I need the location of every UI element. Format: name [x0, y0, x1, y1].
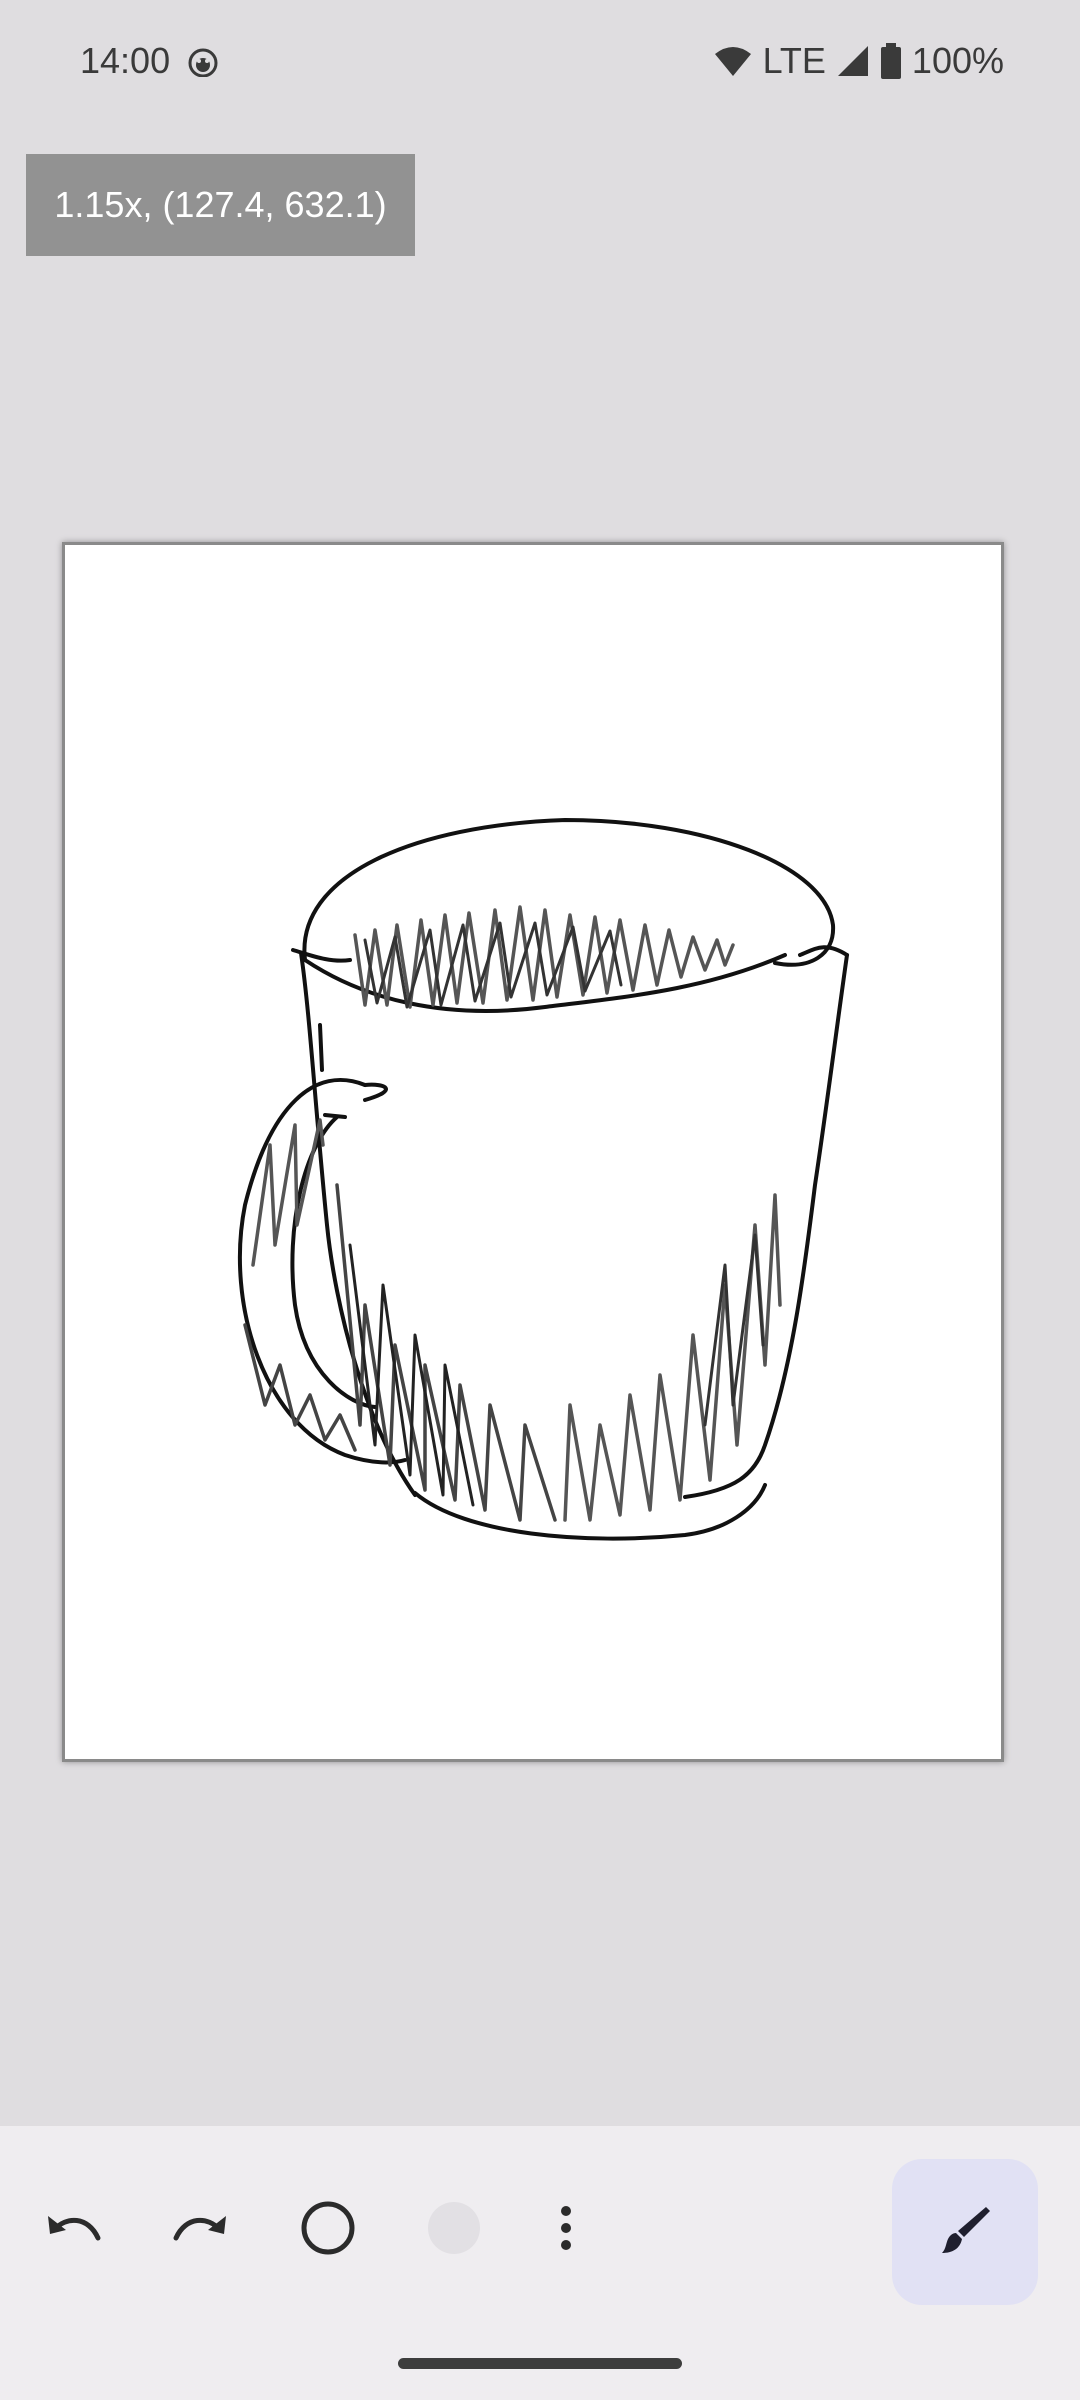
- redo-button[interactable]: [152, 2180, 248, 2276]
- color-button[interactable]: [406, 2180, 502, 2276]
- color-swatch-icon: [427, 2201, 481, 2255]
- cell-signal-icon: [836, 44, 870, 78]
- status-bar: 14:00 LTE 100%: [0, 0, 1080, 128]
- brush-size-button[interactable]: [280, 2180, 376, 2276]
- circle-outline-icon: [300, 2200, 356, 2256]
- network-label: LTE: [762, 40, 826, 81]
- undo-button[interactable]: [26, 2180, 122, 2276]
- more-options-button[interactable]: [518, 2180, 614, 2276]
- face-notification-icon: [188, 47, 218, 78]
- more-vert-icon: [559, 2205, 573, 2251]
- mug-sketch: [237, 818, 849, 1541]
- drawing-canvas[interactable]: [62, 542, 1004, 1762]
- battery-icon: [880, 43, 902, 79]
- brush-tool-button[interactable]: [892, 2159, 1038, 2305]
- zoom-position-readout: 1.15x, (127.4, 632.1): [26, 154, 415, 256]
- home-indicator[interactable]: [398, 2358, 682, 2369]
- zoom-position-text: 1.15x, (127.4, 632.1): [54, 184, 387, 225]
- brush-icon: [938, 2203, 992, 2262]
- paint-app-screen: 14:00 LTE 100% 1.15x, (127.4, 632.1): [0, 0, 1080, 2400]
- wifi-icon: [713, 44, 753, 78]
- status-icons: LTE 100%: [713, 36, 1004, 86]
- status-time: 14:00: [80, 40, 171, 81]
- redo-icon: [170, 2208, 230, 2248]
- undo-icon: [44, 2208, 104, 2248]
- battery-percent: 100%: [911, 40, 1004, 81]
